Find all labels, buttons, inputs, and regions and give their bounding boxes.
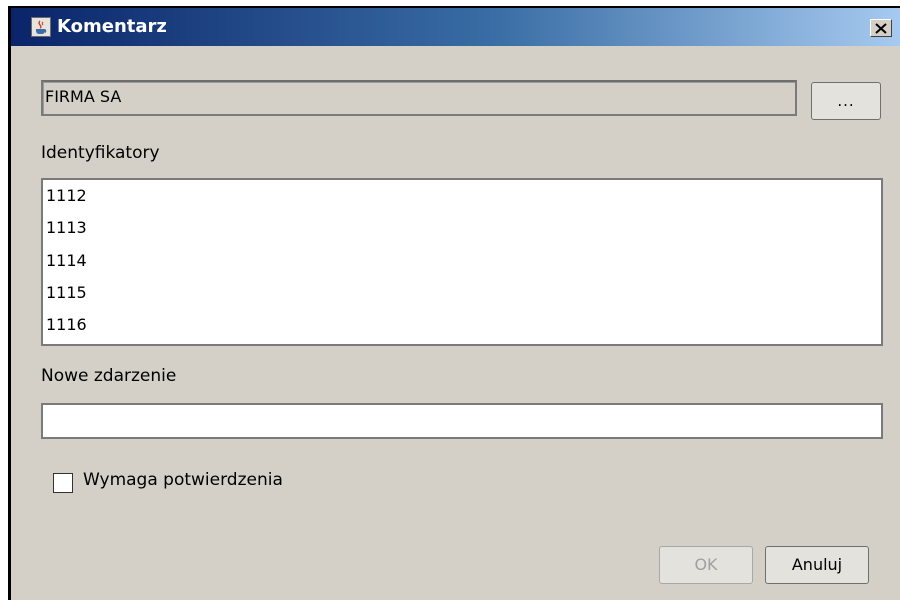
close-button[interactable]	[870, 19, 892, 37]
list-item[interactable]: 1113	[46, 218, 87, 237]
list-item[interactable]: 1112	[46, 186, 87, 205]
identifiers-list[interactable]: 1112 1113 1114 1115 1116	[41, 178, 883, 346]
list-item[interactable]: 1116	[46, 315, 87, 334]
requires-confirmation-checkbox[interactable]	[53, 473, 73, 493]
ok-button[interactable]: OK	[659, 546, 753, 584]
close-icon	[875, 23, 887, 34]
dialog-window: Komentarz FIRMA SA ... Identyfikatory 11…	[8, 6, 900, 600]
requires-confirmation-label[interactable]: Wymaga potwierdzenia	[83, 470, 283, 490]
list-item[interactable]: 1115	[46, 283, 87, 302]
java-cup-icon	[31, 17, 51, 37]
list-item[interactable]: 1114	[46, 251, 87, 270]
new-event-label: Nowe zdarzenie	[41, 366, 177, 386]
title-bar[interactable]: Komentarz	[11, 8, 900, 46]
new-event-input[interactable]	[41, 403, 883, 439]
cancel-button[interactable]: Anuluj	[765, 546, 869, 584]
browse-button[interactable]: ...	[811, 82, 881, 120]
window-title: Komentarz	[57, 16, 167, 37]
identifiers-label: Identyfikatory	[41, 143, 160, 163]
company-field[interactable]: FIRMA SA	[41, 80, 797, 116]
